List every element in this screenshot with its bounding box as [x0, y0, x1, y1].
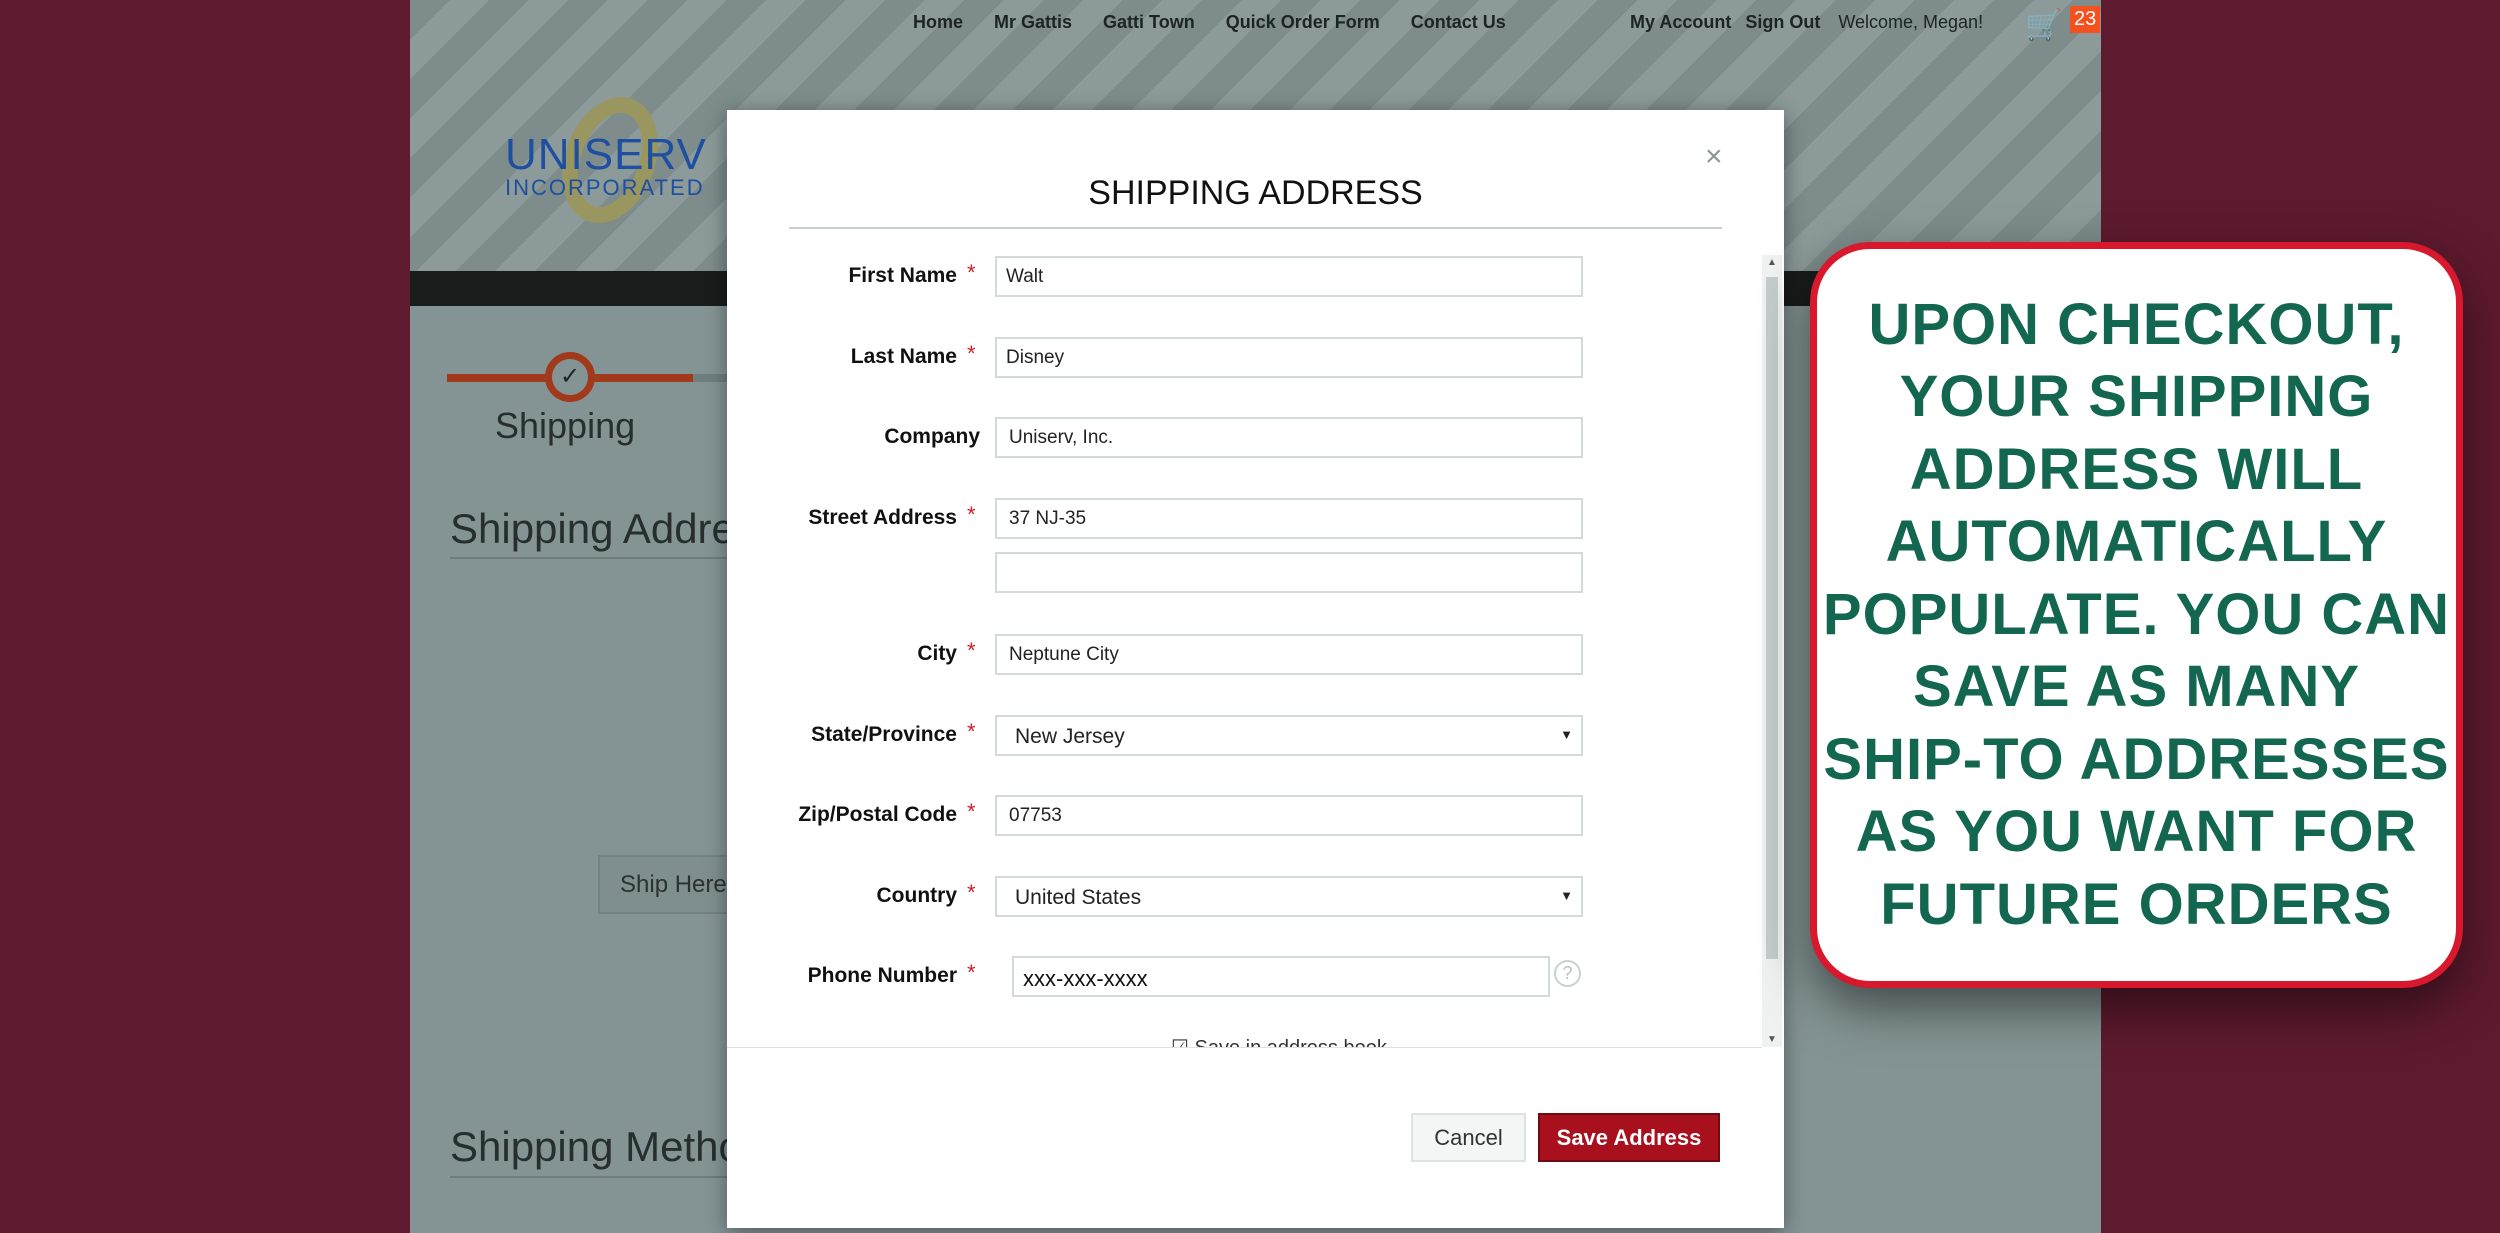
- field-label: First Name: [848, 264, 957, 287]
- required-mark: *: [967, 341, 976, 366]
- divider: [789, 227, 1722, 229]
- close-icon[interactable]: ×: [1705, 140, 1723, 174]
- field-label: Last Name: [850, 345, 957, 368]
- callout-line: YOUR SHIPPING: [1899, 364, 2374, 430]
- callout-line: SAVE AS MANY: [1912, 654, 2361, 720]
- ship-here-button[interactable]: Ship Here: [598, 855, 738, 914]
- callout-line: POPULATE. YOU CAN: [1822, 581, 2451, 647]
- scroll-up-icon[interactable]: ▲: [1767, 257, 1777, 268]
- field-label: Country: [876, 884, 958, 907]
- modal-title: SHIPPING ADDRESS: [1088, 174, 1423, 212]
- nav-home[interactable]: Home: [913, 12, 963, 33]
- city-row: City * Neptune City: [727, 634, 1727, 675]
- first-name-input[interactable]: Walt: [995, 256, 1583, 297]
- callout-box: UPON CHECKOUT, YOUR SHIPPING ADDRESS WIL…: [1810, 242, 2463, 988]
- cancel-button[interactable]: Cancel: [1411, 1113, 1526, 1162]
- help-icon[interactable]: ?: [1554, 960, 1581, 987]
- callout-line: UPON CHECKOUT,: [1868, 291, 2405, 357]
- cart-icon[interactable]: 🛒: [2025, 8, 2062, 43]
- nav-contact-us[interactable]: Contact Us: [1411, 12, 1506, 33]
- section-heading: Shipping Addre: [450, 505, 735, 552]
- uniserv-logo[interactable]: UNISERV INCORPORATED: [505, 83, 706, 237]
- field-label: Company: [884, 425, 980, 448]
- state-row: State/Province * New Jersey ▼: [727, 715, 1727, 756]
- my-account-link[interactable]: My Account: [1630, 12, 1731, 33]
- nav-quick-order-form[interactable]: Quick Order Form: [1226, 12, 1380, 33]
- checkbox-label: Save in address book: [1195, 1037, 1387, 1047]
- cart-count-badge: 23: [2070, 6, 2101, 33]
- field-label: State/Province: [811, 723, 957, 746]
- callout-line: AS YOU WANT FOR: [1855, 799, 2418, 865]
- street-row: Street Address * 37 NJ-35: [727, 498, 1727, 539]
- save-address-button[interactable]: Save Address: [1538, 1113, 1720, 1162]
- checkbox-icon: ☑: [1171, 1037, 1195, 1047]
- phone-input[interactable]: xxx-xxx-xxxx: [1012, 956, 1550, 997]
- first-name-row: First Name * Walt: [727, 256, 1727, 297]
- state-select[interactable]: New Jersey ▼: [995, 715, 1583, 756]
- field-label: City: [917, 642, 957, 665]
- country-row: Country * United States ▼: [727, 876, 1727, 917]
- required-mark: *: [967, 799, 976, 824]
- dropdown-arrow-icon: ▼: [1560, 888, 1573, 903]
- required-mark: *: [967, 960, 976, 985]
- field-label: Street Address: [808, 506, 957, 529]
- callout-line: ADDRESS WILL: [1909, 436, 2364, 502]
- footer-divider: [727, 1047, 1762, 1048]
- step-label: Shipping: [495, 405, 636, 446]
- company-input[interactable]: Uniserv, Inc.: [995, 417, 1583, 458]
- required-mark: *: [967, 260, 976, 285]
- dropdown-arrow-icon: ▼: [1560, 727, 1573, 742]
- required-mark: *: [967, 638, 976, 663]
- last-name-input[interactable]: Disney: [995, 337, 1583, 378]
- street-address-input[interactable]: 37 NJ-35: [995, 498, 1583, 539]
- divider: [450, 1176, 750, 1178]
- save-in-address-book-checkbox[interactable]: ☑ Save in address book: [1171, 1035, 1387, 1047]
- welcome-text: Welcome, Megan!: [1838, 12, 1984, 32]
- callout-text: UPON CHECKOUT, YOUR SHIPPING ADDRESS WIL…: [1823, 289, 2450, 942]
- nav-gatti-town[interactable]: Gatti Town: [1103, 12, 1195, 33]
- required-mark: *: [967, 502, 976, 527]
- section-heading: Shipping Metho: [450, 1123, 742, 1170]
- country-select[interactable]: United States ▼: [995, 876, 1583, 917]
- modal-scrollbar[interactable]: ▲ ▼: [1762, 255, 1782, 1047]
- company-row: Company Uniserv, Inc.: [727, 417, 1727, 458]
- callout-line: AUTOMATICALLY: [1885, 509, 2388, 575]
- field-label: Phone Number: [807, 964, 957, 987]
- required-mark: *: [967, 719, 976, 744]
- required-mark: *: [967, 880, 976, 905]
- callout-line: FUTURE ORDERS: [1880, 871, 2393, 937]
- check-icon: ✓: [545, 352, 595, 402]
- phone-row: Phone Number * xxx-xxx-xxxx ?: [727, 956, 1727, 997]
- shipping-address-modal: × SHIPPING ADDRESS First Name * Walt Las…: [727, 110, 1784, 1228]
- scrollbar-thumb[interactable]: [1766, 277, 1778, 959]
- zip-input[interactable]: 07753: [995, 795, 1583, 836]
- country-value: United States: [1015, 886, 1142, 909]
- main-nav: Home Mr Gattis Gatti Town Quick Order Fo…: [913, 12, 1506, 33]
- field-label: Zip/Postal Code: [798, 803, 957, 826]
- street-row-2: [727, 552, 1727, 593]
- last-name-row: Last Name * Disney: [727, 337, 1727, 378]
- state-value: New Jersey: [1015, 725, 1125, 748]
- callout-line: SHIP-TO ADDRESSES: [1823, 726, 2450, 792]
- account-nav: My Account Sign Out Welcome, Megan!: [1630, 12, 1983, 33]
- street-address-line2-input[interactable]: [995, 552, 1583, 593]
- divider: [450, 557, 750, 559]
- sign-out-link[interactable]: Sign Out: [1745, 12, 1820, 33]
- scroll-down-icon[interactable]: ▼: [1767, 1034, 1777, 1045]
- zip-row: Zip/Postal Code * 07753: [727, 795, 1727, 836]
- nav-mr-gattis[interactable]: Mr Gattis: [994, 12, 1072, 33]
- city-input[interactable]: Neptune City: [995, 634, 1583, 675]
